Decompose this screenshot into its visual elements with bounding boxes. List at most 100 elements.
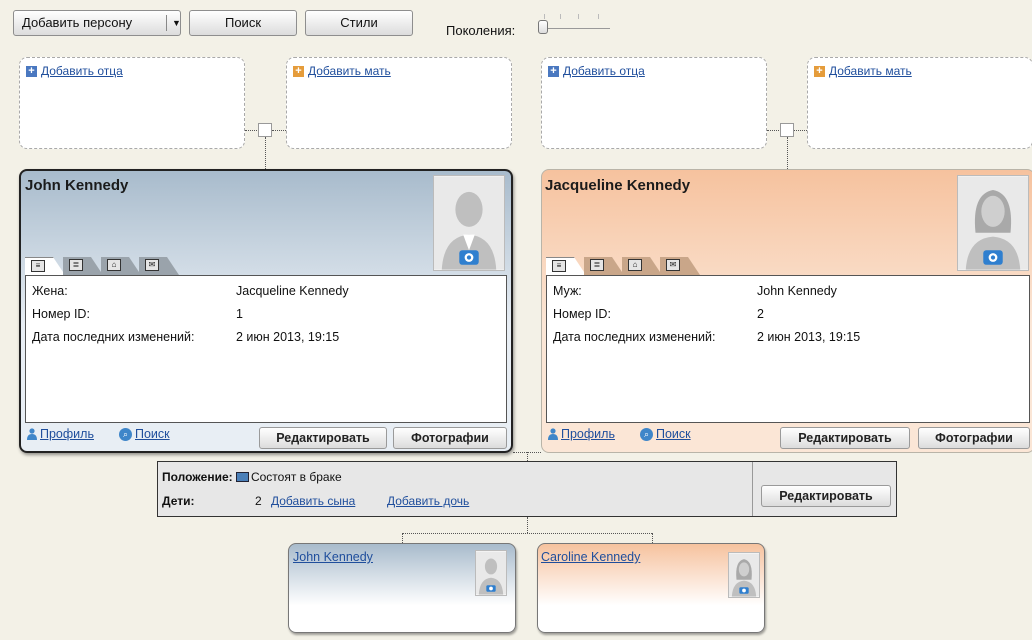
add-father-label[interactable]: Добавить отца — [563, 64, 645, 78]
jackie-father-placeholder: + Добавить отца — [541, 57, 767, 149]
person-card-jacqueline[interactable]: Jacqueline Kennedy ≡ ≣ ⌂ ✉ Муж: John Ken… — [541, 169, 1032, 453]
connector — [787, 137, 788, 169]
profile-link-label[interactable]: Профиль — [40, 427, 94, 441]
rings-icon — [235, 472, 249, 482]
chevron-down-icon[interactable]: ▼ — [172, 11, 181, 35]
search-icon: ⌕ — [640, 427, 653, 441]
john-father-placeholder: + Добавить отца — [19, 57, 245, 149]
add-father-label[interactable]: Добавить отца — [41, 64, 123, 78]
slider-tick — [544, 14, 545, 19]
profile-link[interactable]: Профиль — [27, 427, 94, 441]
edit-button[interactable]: Редактировать — [780, 427, 910, 449]
spouse-connector — [527, 452, 528, 461]
house-icon: ⌂ — [628, 259, 642, 271]
search-button[interactable]: Поиск — [189, 10, 297, 36]
connector — [245, 130, 259, 131]
male-avatar-photo[interactable] — [433, 175, 505, 271]
female-silhouette-icon — [958, 176, 1028, 270]
person-card-john[interactable]: John Kennedy ≡ ≣ ⌂ ✉ Жена: Jacqueline Ke… — [19, 169, 513, 453]
split-separator — [166, 15, 167, 31]
search-link-label[interactable]: Поиск — [135, 427, 170, 441]
person-icon — [27, 428, 37, 440]
generations-label: Поколения: — [446, 23, 516, 38]
female-avatar-photo[interactable] — [728, 552, 760, 598]
children-label: Дети: — [162, 494, 195, 508]
add-father-link[interactable]: + Добавить отца — [26, 64, 123, 78]
connector — [794, 130, 807, 131]
tab-facts[interactable]: ≣ — [63, 257, 103, 275]
child-name[interactable]: Caroline Kennedy — [541, 550, 640, 564]
child-card-john[interactable]: John Kennedy — [288, 543, 516, 633]
tab-media[interactable]: ✉ — [660, 257, 700, 275]
add-mother-link[interactable]: + Добавить мать — [293, 64, 391, 78]
add-mother-link[interactable]: + Добавить мать — [814, 64, 912, 78]
styles-button[interactable]: Стили — [305, 10, 413, 36]
slider-thumb[interactable] — [538, 20, 548, 34]
tab-media[interactable]: ✉ — [139, 257, 179, 275]
children-connector — [402, 533, 652, 534]
add-daughter-link[interactable]: Добавить дочь — [387, 494, 469, 508]
female-avatar-photo[interactable] — [957, 175, 1029, 271]
photos-button[interactable]: Фотографии — [918, 427, 1030, 449]
search-link[interactable]: ⌕ Поиск — [119, 427, 170, 441]
divider — [752, 462, 753, 516]
person-info-panel: Жена: Jacqueline Kennedy Номер ID: 1 Дат… — [25, 275, 507, 423]
parents-junction — [780, 123, 794, 137]
photos-button[interactable]: Фотографии — [393, 427, 507, 449]
plus-icon: + — [548, 65, 559, 77]
person-name: Jacqueline Kennedy — [545, 177, 691, 194]
add-mother-label[interactable]: Добавить мать — [829, 64, 912, 78]
tab-family[interactable]: ⌂ — [101, 257, 141, 275]
search-icon: ⌕ — [119, 427, 132, 441]
modified-label: Дата последних изменений: — [553, 330, 716, 344]
profile-link-label[interactable]: Профиль — [561, 427, 615, 441]
female-silhouette-icon — [729, 553, 759, 597]
marriage-status-row: Положение: Состоят в браке — [162, 470, 342, 484]
modified-value: 2 июн 2013, 19:15 — [236, 330, 340, 344]
envelope-icon: ✉ — [145, 259, 159, 271]
child-card-caroline[interactable]: Caroline Kennedy — [537, 543, 765, 633]
spouse-label: Жена: — [32, 284, 68, 298]
add-person-button[interactable]: Добавить персону ▼ — [13, 10, 181, 36]
add-father-link[interactable]: + Добавить отца — [548, 64, 645, 78]
children-connector — [652, 533, 653, 543]
tab-family[interactable]: ⌂ — [622, 257, 662, 275]
children-connector — [402, 533, 403, 543]
toolbar: Добавить персону ▼ Поиск Стили Поколения… — [0, 0, 1032, 46]
add-son-link[interactable]: Добавить сына — [271, 494, 355, 508]
status-value: Состоят в браке — [250, 470, 342, 484]
status-label: Положение: — [162, 470, 233, 484]
person-info-panel: Муж: John Kennedy Номер ID: 2 Дата после… — [546, 275, 1030, 423]
house-icon: ⌂ — [107, 259, 121, 271]
john-mother-placeholder: + Добавить мать — [286, 57, 512, 149]
plus-icon: + — [26, 65, 37, 77]
profile-link[interactable]: Профиль — [548, 427, 615, 441]
person-icon — [548, 428, 558, 440]
add-mother-label[interactable]: Добавить мать — [308, 64, 391, 78]
card-footer: Профиль ⌕ Поиск Редактировать Фотографии — [546, 425, 1030, 449]
tab-info[interactable]: ≡ — [546, 257, 586, 275]
tab-info[interactable]: ≡ — [25, 257, 65, 275]
search-link-label[interactable]: Поиск — [656, 427, 691, 441]
id-card-icon: ≡ — [31, 260, 45, 272]
slider-tick — [598, 14, 599, 19]
envelope-icon: ✉ — [666, 259, 680, 271]
id-label: Номер ID: — [32, 307, 90, 321]
marriage-info-box: Положение: Состоят в браке Дети: 2 Добав… — [157, 461, 897, 517]
tab-facts[interactable]: ≣ — [584, 257, 624, 275]
list-icon: ≣ — [590, 259, 604, 271]
male-avatar-photo[interactable] — [475, 550, 507, 596]
edit-button[interactable]: Редактировать — [259, 427, 387, 449]
list-icon: ≣ — [69, 259, 83, 271]
spouse-value: John Kennedy — [757, 284, 837, 298]
children-connector — [527, 517, 528, 533]
id-label: Номер ID: — [553, 307, 611, 321]
male-silhouette-icon — [476, 551, 506, 595]
plus-icon: + — [293, 65, 304, 77]
children-count: 2 — [255, 494, 262, 508]
search-link[interactable]: ⌕ Поиск — [640, 427, 691, 441]
child-name[interactable]: John Kennedy — [293, 550, 373, 564]
spouse-label: Муж: — [553, 284, 582, 298]
marriage-edit-button[interactable]: Редактировать — [761, 485, 891, 507]
generations-slider[interactable] — [538, 14, 610, 34]
